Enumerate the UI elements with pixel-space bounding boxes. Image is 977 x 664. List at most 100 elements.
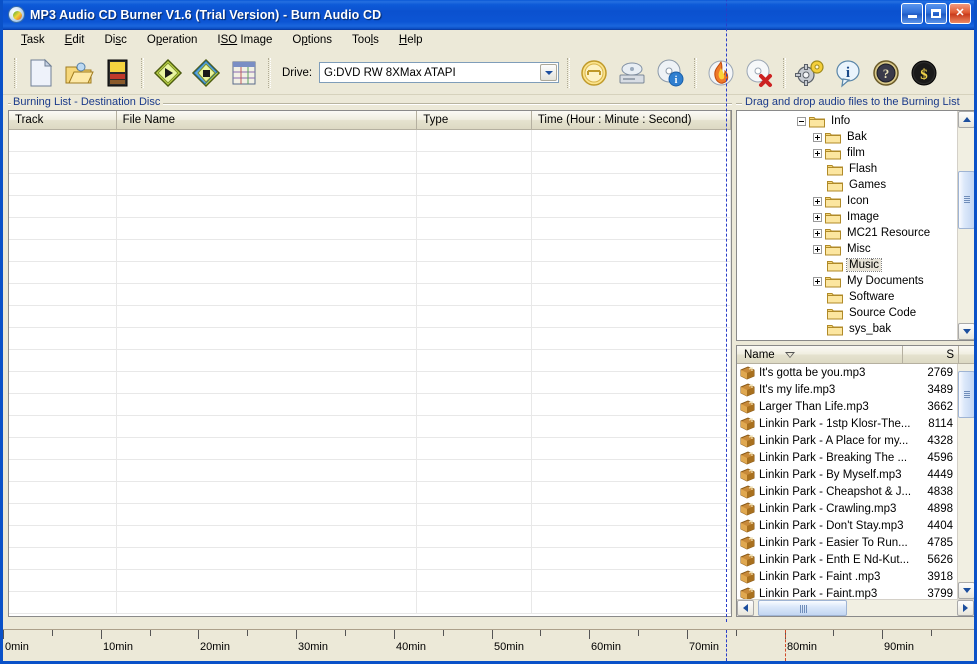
burning-list-body[interactable] <box>9 130 731 617</box>
tree-node-software[interactable]: Software <box>737 289 957 305</box>
file-list-row[interactable]: It's gotta be you.mp32769 <box>737 364 957 381</box>
file-list-row[interactable]: Linkin Park - Cheapshot & J...4838 <box>737 483 957 500</box>
burn-button[interactable] <box>703 55 739 91</box>
file-list-body[interactable]: It's gotta be you.mp32769It's my life.mp… <box>737 364 957 599</box>
erase-button[interactable] <box>741 55 777 91</box>
burning-list-row[interactable] <box>9 548 731 570</box>
open-button[interactable] <box>61 55 97 91</box>
eject-button[interactable] <box>576 55 612 91</box>
burning-list-row[interactable] <box>9 262 731 284</box>
file-list-row[interactable]: Linkin Park - 1stp Klosr-The...8114 <box>737 415 957 432</box>
register-button[interactable]: $ <box>906 55 942 91</box>
burning-list-row[interactable] <box>9 438 731 460</box>
expand-plus-icon[interactable] <box>813 149 822 158</box>
file-list-row[interactable]: Linkin Park - Don't Stay.mp34404 <box>737 517 957 534</box>
tree-scroll-down-button[interactable] <box>958 323 975 340</box>
tree-node-flash[interactable]: Flash <box>737 161 957 177</box>
burning-list-row[interactable] <box>9 460 731 482</box>
file-list-scroll-down-button[interactable] <box>958 582 975 599</box>
tree-node-games[interactable]: Games <box>737 177 957 193</box>
expand-plus-icon[interactable] <box>813 229 822 238</box>
tree-vertical-scrollbar[interactable] <box>957 111 974 340</box>
burning-list-row[interactable] <box>9 174 731 196</box>
tree-node-bak[interactable]: Bak <box>737 129 957 145</box>
file-list-row[interactable]: Linkin Park - Easier To Run...4785 <box>737 534 957 551</box>
file-list-row[interactable]: Linkin Park - Faint .mp33918 <box>737 568 957 585</box>
file-list-column-name[interactable]: Name <box>737 346 903 364</box>
menu-help[interactable]: Help <box>389 32 433 48</box>
start-button[interactable] <box>150 55 186 91</box>
menu-disc[interactable]: Disc <box>94 32 136 48</box>
burning-list-column-0[interactable]: Track <box>9 111 117 130</box>
menu-iso-image[interactable]: ISO Image <box>207 32 282 48</box>
drive-button[interactable] <box>614 55 650 91</box>
menu-tools[interactable]: Tools <box>342 32 389 48</box>
burning-list-row[interactable] <box>9 394 731 416</box>
burning-list-row[interactable] <box>9 526 731 548</box>
burning-list-row[interactable] <box>9 482 731 504</box>
tracklist-button[interactable] <box>226 55 262 91</box>
expand-plus-icon[interactable] <box>813 245 822 254</box>
save-button[interactable] <box>99 55 135 91</box>
file-list-scroll-left-button[interactable] <box>737 600 754 616</box>
burning-list-row[interactable] <box>9 306 731 328</box>
menu-edit[interactable]: Edit <box>55 32 95 48</box>
burning-list-row[interactable] <box>9 284 731 306</box>
maximize-button[interactable] <box>925 3 947 24</box>
close-button[interactable]: ✕ <box>949 3 971 24</box>
title-bar[interactable]: MP3 Audio CD Burner V1.6 (Trial Version)… <box>3 0 974 30</box>
file-list-scroll-right-button[interactable] <box>957 600 974 616</box>
settings-button[interactable] <box>792 55 828 91</box>
file-list-row[interactable]: Linkin Park - Breaking The ...4596 <box>737 449 957 466</box>
file-list-row[interactable]: Larger Than Life.mp33662 <box>737 398 957 415</box>
tree-scroll-up-button[interactable] <box>958 111 975 128</box>
file-list-row[interactable]: Linkin Park - A Place for my...4328 <box>737 432 957 449</box>
tree-node-info[interactable]: Info <box>737 113 957 129</box>
expand-plus-icon[interactable] <box>813 277 822 286</box>
tree-node-my-documents[interactable]: My Documents <box>737 273 957 289</box>
burning-list-row[interactable] <box>9 240 731 262</box>
minimize-button[interactable] <box>901 3 923 24</box>
new-button[interactable] <box>23 55 59 91</box>
burning-list-row[interactable] <box>9 592 731 614</box>
tree-scroll-thumb[interactable] <box>958 171 975 230</box>
burning-list-column-3[interactable]: Time (Hour : Minute : Second) <box>532 111 731 130</box>
help-button[interactable]: ? <box>868 55 904 91</box>
tree-node-icon[interactable]: Icon <box>737 193 957 209</box>
burning-list-row[interactable] <box>9 218 731 240</box>
menu-operation[interactable]: Operation <box>137 32 208 48</box>
menu-options[interactable]: Options <box>282 32 342 48</box>
burning-list-column-2[interactable]: Type <box>417 111 532 130</box>
about-button[interactable]: i <box>830 55 866 91</box>
file-list-row[interactable]: Linkin Park - Faint.mp33799 <box>737 585 957 599</box>
drive-combo[interactable]: G:DVD RW 8XMax ATAPI <box>319 62 559 83</box>
tree-node-music[interactable]: Music <box>737 257 957 273</box>
disc-info-button[interactable]: i <box>652 55 688 91</box>
tree-node-sys-bak[interactable]: sys_bak <box>737 321 957 337</box>
burning-list-row[interactable] <box>9 196 731 218</box>
chevron-down-icon[interactable] <box>540 64 557 81</box>
menu-task[interactable]: Task <box>11 32 55 48</box>
tree-node-film[interactable]: film <box>737 145 957 161</box>
file-list-horizontal-scrollbar[interactable] <box>737 599 974 616</box>
stop-button[interactable] <box>188 55 224 91</box>
collapse-minus-icon[interactable] <box>797 117 806 126</box>
tree-node-source-code[interactable]: Source Code <box>737 305 957 321</box>
burning-list-row[interactable] <box>9 416 731 438</box>
burning-list-row[interactable] <box>9 372 731 394</box>
file-list-hscroll-thumb[interactable] <box>758 600 847 616</box>
folder-tree[interactable]: InfoBakfilmFlashGamesIconImageMC21 Resou… <box>737 111 957 340</box>
file-list-row[interactable]: Linkin Park - Enth E Nd-Kut...5626 <box>737 551 957 568</box>
file-list-vertical-scrollbar[interactable] <box>957 364 974 599</box>
burning-list-row[interactable] <box>9 504 731 526</box>
expand-plus-icon[interactable] <box>813 133 822 142</box>
burning-list-row[interactable] <box>9 328 731 350</box>
burning-list-row[interactable] <box>9 152 731 174</box>
file-list-row[interactable]: Linkin Park - By Myself.mp34449 <box>737 466 957 483</box>
file-list-scroll-thumb[interactable] <box>958 371 975 419</box>
burning-list-row[interactable] <box>9 570 731 592</box>
file-list-row[interactable]: Linkin Park - Crawling.mp34898 <box>737 500 957 517</box>
tree-node-mc21-resource[interactable]: MC21 Resource <box>737 225 957 241</box>
burning-list-row[interactable] <box>9 130 731 152</box>
tree-node-misc[interactable]: Misc <box>737 241 957 257</box>
